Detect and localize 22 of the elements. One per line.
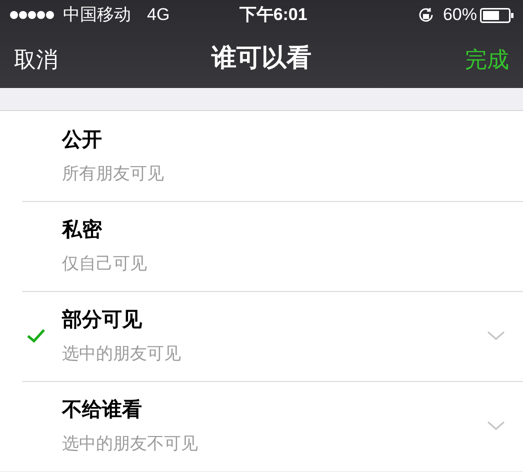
- visibility-option[interactable]: 部分可见 选中的朋友可见: [0, 291, 523, 381]
- visibility-option[interactable]: 不给谁看 选中的朋友不可见: [0, 381, 523, 471]
- done-button[interactable]: 完成: [465, 42, 509, 76]
- rotation-lock-icon: [416, 6, 435, 24]
- carrier-name: 中国移动: [63, 4, 131, 26]
- cancel-button[interactable]: 取消: [14, 42, 58, 76]
- visibility-option[interactable]: 私密 仅自己可见: [0, 201, 523, 291]
- option-title: 部分可见: [62, 308, 143, 334]
- option-subtitle: 所有朋友可见: [62, 163, 165, 186]
- network-type: 4G: [147, 4, 170, 26]
- page-title: 谁可以看: [212, 43, 312, 74]
- option-title: 不给谁看: [62, 398, 143, 424]
- option-title: 私密: [62, 218, 103, 244]
- option-title: 公开: [62, 128, 103, 154]
- battery-icon: [480, 8, 514, 22]
- option-subtitle: 选中的朋友可见: [62, 343, 182, 366]
- visibility-option[interactable]: 公开 所有朋友可见: [0, 111, 523, 201]
- signal-icon: [9, 10, 55, 20]
- option-subtitle: 仅自己可见: [62, 253, 148, 276]
- option-subtitle: 选中的朋友不可见: [62, 433, 199, 456]
- status-time: 下午6:01: [239, 4, 308, 26]
- battery-percent: 60%: [442, 4, 477, 26]
